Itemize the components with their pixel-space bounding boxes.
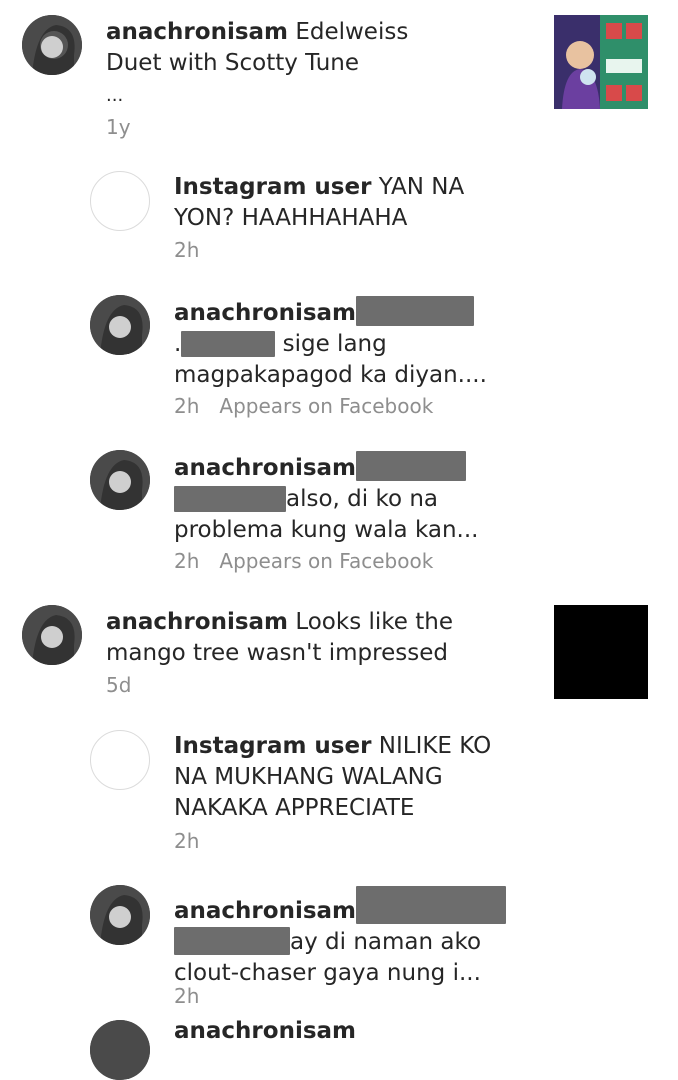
avatar[interactable] [90, 171, 150, 231]
avatar[interactable] [90, 1020, 150, 1080]
username[interactable]: Instagram user [174, 733, 371, 759]
comment-text: anachronisam also, di ko na problema kun… [174, 451, 594, 546]
comment-time: 2h [174, 238, 200, 262]
comment-text: anachronisam . sige lang magpakapagod ka… [174, 296, 594, 391]
avatar[interactable] [22, 605, 82, 665]
comment-text: anachronisam Looks like the mango tree w… [106, 609, 453, 666]
username[interactable]: anachronisam [174, 898, 356, 924]
avatar[interactable] [22, 15, 82, 75]
redaction [356, 886, 507, 924]
comment-text: anachronisam [174, 1016, 594, 1047]
avatar[interactable] [90, 450, 150, 510]
avatar[interactable] [90, 730, 150, 790]
comment-text: Instagram user YAN NA YON? HAAHHAHAHA [174, 174, 465, 231]
username[interactable]: anachronisam [106, 19, 288, 45]
avatar[interactable] [90, 885, 150, 945]
redaction [181, 331, 276, 357]
comment-text: Instagram user NILIKE KO NA MUKHANG WALA… [174, 733, 492, 821]
source-label[interactable]: Appears on Facebook [219, 549, 433, 573]
comment-time: 5d [106, 673, 132, 697]
comment-time: 2h [174, 829, 200, 853]
comment-time: 2h [174, 394, 200, 418]
comment-meta: 2h Appears on Facebook [174, 393, 433, 419]
redaction [174, 927, 290, 955]
comment-text: anachronisam ay di naman ako clout-chase… [174, 886, 594, 989]
avatar[interactable] [90, 295, 150, 355]
post-thumbnail[interactable] [554, 15, 648, 109]
username[interactable]: anachronisam [174, 1018, 356, 1044]
comment-meta: 2h Appears on Facebook [174, 548, 433, 574]
comment-text: anachronisam Edelweiss Duet with Scotty … [106, 19, 409, 106]
comment-time: 1y [106, 115, 131, 139]
username[interactable]: Instagram user [174, 174, 371, 200]
source-label[interactable]: Appears on Facebook [219, 394, 433, 418]
redaction [356, 296, 475, 326]
redaction [356, 451, 467, 481]
username[interactable]: anachronisam [174, 455, 356, 481]
comment-time: 2h [174, 984, 200, 1008]
redaction [174, 486, 286, 512]
username[interactable]: anachronisam [106, 609, 288, 635]
username[interactable]: anachronisam [174, 300, 356, 326]
post-thumbnail[interactable] [554, 605, 648, 699]
comment-time: 2h [174, 549, 200, 573]
